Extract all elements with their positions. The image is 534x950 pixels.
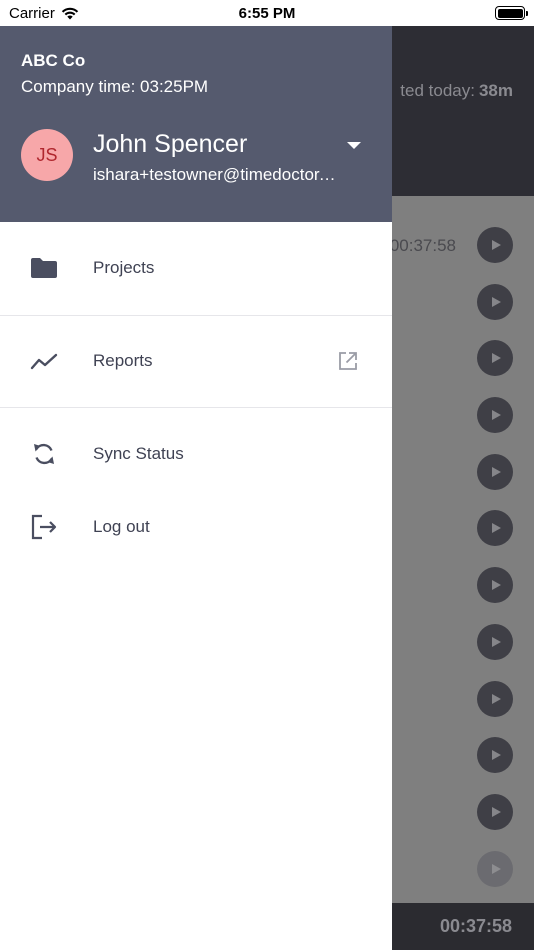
menu-label-reports: Reports xyxy=(93,351,153,370)
play-button[interactable] xyxy=(477,681,513,717)
user-email[interactable]: ishara+testowner@timedoctor.com xyxy=(93,165,338,185)
play-button[interactable] xyxy=(477,624,513,660)
tracked-today-label: ted today: xyxy=(400,81,475,100)
drawer-header: ABC Co Company time: 03:25PM JS John Spe… xyxy=(0,26,392,222)
footer-timer: 00:37:58 xyxy=(439,916,512,936)
play-button[interactable] xyxy=(477,851,513,887)
avatar-initials: JS xyxy=(36,144,58,165)
play-button[interactable] xyxy=(477,454,513,490)
menu-item-reports[interactable]: Reports xyxy=(0,315,392,407)
play-button[interactable] xyxy=(477,794,513,830)
play-button[interactable] xyxy=(477,397,513,433)
play-button[interactable] xyxy=(477,227,513,263)
menu-label-sync-status: Sync Status xyxy=(93,444,184,463)
play-button[interactable] xyxy=(477,510,513,546)
account-dropdown-icon[interactable] xyxy=(347,142,361,149)
tracked-today-value: 38m xyxy=(478,81,513,100)
status-time: 6:55 PM xyxy=(238,5,296,22)
avatar: JS xyxy=(21,129,73,181)
play-button[interactable] xyxy=(477,340,513,376)
menu-item-projects[interactable]: Projects xyxy=(0,222,392,314)
battery-icon xyxy=(495,6,528,20)
play-button[interactable] xyxy=(477,737,513,773)
company-name: ABC Co xyxy=(21,51,86,70)
user-name[interactable]: John Spencer xyxy=(93,130,247,159)
company-time: Company time: 03:25PM xyxy=(21,77,209,96)
task-row-time: 00:37:58 xyxy=(389,236,456,255)
status-bar: Carrier 6:55 PM xyxy=(0,0,534,26)
menu-item-log-out[interactable]: Log out xyxy=(0,481,392,573)
logout-icon xyxy=(29,512,59,542)
navigation-drawer: ABC Co Company time: 03:25PM JS John Spe… xyxy=(0,26,392,950)
menu-label-log-out: Log out xyxy=(93,517,150,536)
trending-line-icon xyxy=(29,346,59,376)
tracked-today: ted today: 38m xyxy=(400,81,513,101)
sync-icon xyxy=(29,439,59,469)
folder-icon xyxy=(29,253,59,283)
menu-label-projects: Projects xyxy=(93,258,155,277)
play-button[interactable] xyxy=(477,284,513,320)
play-button[interactable] xyxy=(477,567,513,603)
external-link-icon[interactable] xyxy=(337,350,359,372)
